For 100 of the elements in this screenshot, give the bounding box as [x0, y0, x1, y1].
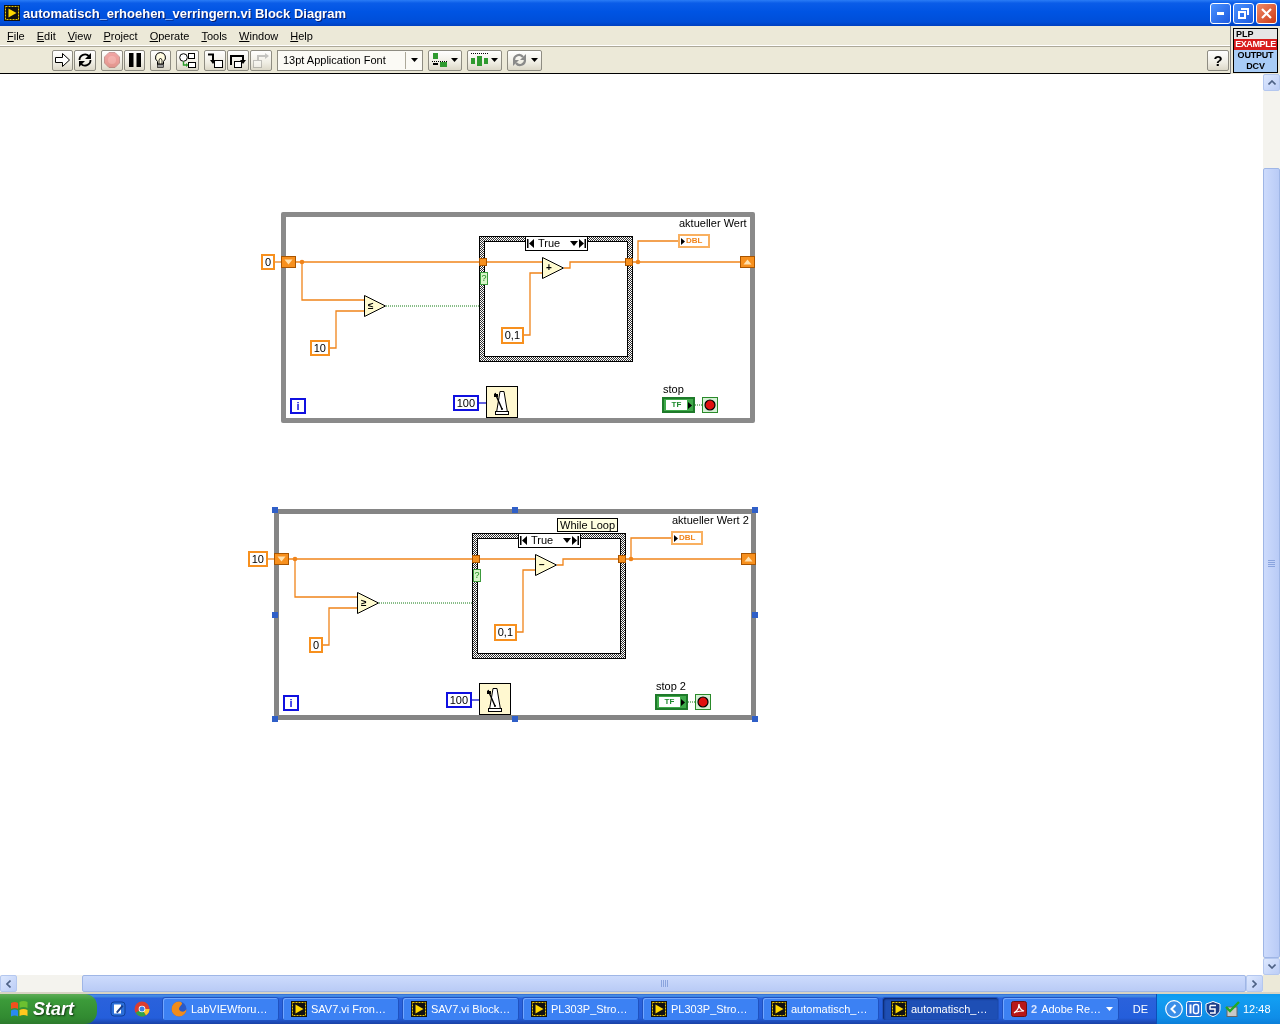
globe-icon	[171, 1001, 187, 1017]
scroll-down-button[interactable]	[1263, 958, 1280, 975]
resize-handle-icon[interactable]	[272, 612, 278, 618]
highlight-execution-button[interactable]	[150, 49, 171, 71]
retain-wire-values-button[interactable]	[176, 49, 199, 71]
shield-icon[interactable]	[1205, 1001, 1221, 1017]
iteration-terminal: i	[283, 695, 299, 711]
chevron-down-icon	[1267, 964, 1276, 969]
tunnel-icon	[479, 258, 487, 266]
shift-register-icon	[274, 553, 289, 565]
font-dropdown[interactable]: 13pt Application Font	[277, 49, 423, 71]
left-arrow-icon[interactable]	[520, 536, 527, 545]
wire	[471, 699, 480, 701]
left-arrow-icon[interactable]	[527, 239, 534, 248]
junction-dot-icon	[292, 556, 298, 562]
run-button[interactable]	[52, 49, 73, 71]
reorder-objects-button[interactable]	[507, 49, 542, 71]
task-button[interactable]: SAV7.vi Block…	[402, 997, 519, 1021]
task-button[interactable]: LabVIEWforu…	[162, 997, 279, 1021]
play-arrow-icon	[411, 1001, 427, 1017]
window-title: automatisch_erhoehen_verringern.vi Block Diagram	[23, 5, 346, 21]
light-bulb-icon	[155, 52, 166, 68]
menu-item[interactable]: Edit	[30, 26, 62, 45]
wire	[516, 569, 536, 633]
menu-item[interactable]: Window	[233, 26, 285, 45]
resize-handle-icon[interactable]	[752, 507, 758, 513]
step-over-button[interactable]	[227, 49, 249, 71]
comparison-node: ≤	[364, 295, 386, 317]
task-button[interactable]: SAV7.vi Fron…	[282, 997, 399, 1021]
menu-item[interactable]: Operate	[143, 26, 196, 45]
task-button[interactable]: automatisch_…	[762, 997, 879, 1021]
resize-handle-icon[interactable]	[272, 716, 278, 722]
flag-icon	[10, 1000, 28, 1018]
case-selector[interactable]: True	[525, 236, 588, 251]
play-arrow-icon	[291, 1001, 307, 1017]
numeric-constant: 0	[308, 637, 323, 653]
distribute-icon	[471, 53, 488, 67]
tunnel-icon	[625, 258, 633, 266]
while-loop-frame[interactable]	[274, 509, 756, 720]
start-button[interactable]: Start	[0, 994, 97, 1024]
scroll-up-button[interactable]	[1263, 74, 1280, 91]
caret-icon[interactable]	[563, 538, 571, 543]
chevron-left-icon[interactable]	[1165, 1000, 1183, 1018]
menu-item[interactable]: Tools	[195, 26, 234, 45]
case-value: True	[537, 237, 562, 250]
resize-handle-icon[interactable]	[512, 716, 518, 722]
resize-handle-icon[interactable]	[512, 507, 518, 513]
wire	[687, 701, 696, 703]
triangle-icon	[681, 237, 685, 245]
caret-icon[interactable]	[570, 241, 578, 246]
wire	[329, 310, 365, 349]
minimize-icon	[1217, 11, 1224, 15]
task-label: automatisch_…	[911, 1003, 988, 1015]
task-button[interactable]: automatisch_…	[882, 997, 999, 1021]
resize-handle-icon[interactable]	[752, 612, 758, 618]
task-label: SAV7.vi Fron…	[311, 1003, 386, 1015]
junction-dot-icon	[628, 556, 634, 562]
numeric-constant: 0,1	[500, 327, 524, 344]
close-icon	[1261, 7, 1272, 19]
right-arrow-icon[interactable]	[579, 239, 586, 248]
help-button[interactable]: ?	[1207, 49, 1229, 71]
resize-handle-icon[interactable]	[272, 507, 278, 513]
case-selector[interactable]: True	[518, 533, 581, 548]
control-label: stop 2	[656, 680, 686, 693]
while-loop-frame[interactable]	[281, 212, 755, 423]
menu-item[interactable]: File	[1, 26, 31, 45]
right-arrow-icon[interactable]	[572, 536, 579, 545]
task-button[interactable]: PL303P_Stro…	[642, 997, 759, 1021]
distribute-objects-button[interactable]	[467, 49, 502, 71]
menu-item[interactable]: Help	[284, 26, 319, 45]
reorder-icon	[511, 53, 528, 67]
task-button[interactable]: PL303P_Stro…	[522, 997, 639, 1021]
segmented-circle-icon[interactable]	[134, 1001, 150, 1017]
resize-handle-icon[interactable]	[752, 716, 758, 722]
run-continuously-button[interactable]	[74, 49, 96, 71]
stop-terminal-icon	[695, 694, 711, 710]
task-button[interactable]: 2 Adobe Re…	[1002, 997, 1119, 1021]
play-arrow-icon	[4, 5, 20, 21]
step-into-button[interactable]	[204, 49, 226, 71]
scroll-right-button[interactable]	[1246, 975, 1263, 992]
tile-icon[interactable]	[1186, 1001, 1202, 1017]
check-icon[interactable]	[1224, 1001, 1240, 1017]
wire	[478, 402, 487, 404]
tunnel-icon	[472, 555, 480, 563]
minimize-button[interactable]	[1210, 2, 1231, 24]
restore-button[interactable]	[1233, 2, 1254, 24]
numeric-constant: 0	[260, 254, 275, 270]
restore-icon	[1238, 7, 1249, 19]
comparison-node: ≥	[357, 592, 379, 614]
pause-button[interactable]	[124, 49, 145, 71]
menu-item[interactable]: View	[61, 26, 98, 45]
document-pen-icon[interactable]	[110, 1001, 126, 1017]
triangle-icon	[681, 698, 685, 706]
scroll-left-button[interactable]	[0, 975, 17, 992]
task-label: PL303P_Stro…	[671, 1003, 748, 1015]
language-indicator[interactable]: DE	[1132, 1003, 1148, 1015]
menu-item[interactable]: Project	[97, 26, 144, 45]
align-objects-button[interactable]	[428, 49, 462, 71]
chevron-left-icon	[6, 979, 11, 988]
close-button[interactable]	[1256, 2, 1277, 24]
